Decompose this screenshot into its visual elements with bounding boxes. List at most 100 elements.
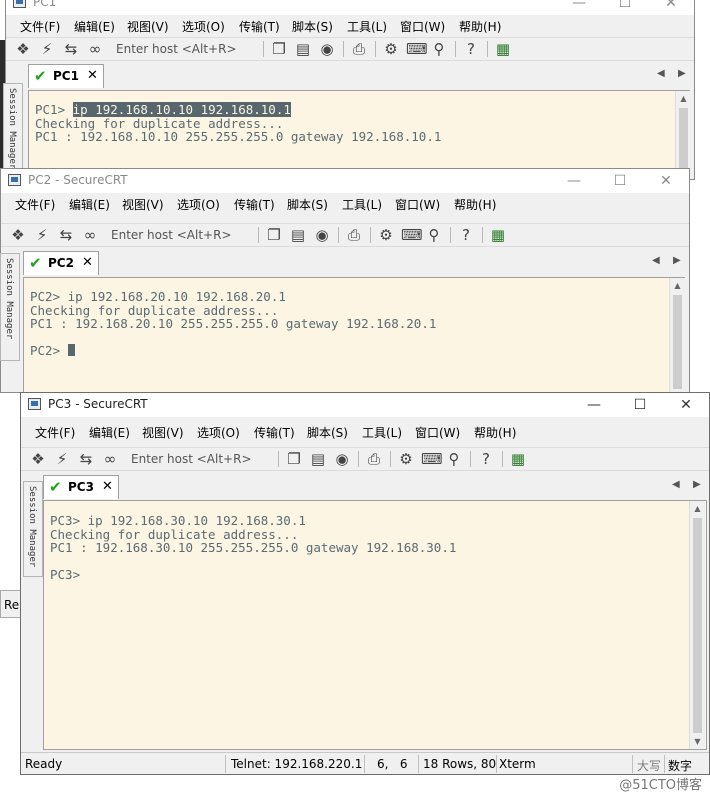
pc1-terminal[interactable]: PC1> ip 192.168.10.10 192.168.10.1 Check… — [28, 90, 690, 175]
session-manager-panel[interactable]: Session Manager — [0, 253, 20, 361]
print-icon[interactable]: ⎙ — [365, 450, 383, 468]
menu-view[interactable]: 视图(V) — [122, 196, 164, 213]
keymap-icon[interactable]: ⌨ — [406, 40, 428, 58]
menu-file[interactable]: 文件(F) — [35, 424, 75, 441]
close-icon[interactable]: ✕ — [643, 169, 689, 193]
menu-transfer[interactable]: 传输(T) — [234, 196, 275, 213]
host-input[interactable]: Enter host <Alt+R> — [131, 450, 252, 468]
copy-icon[interactable]: ❐ — [270, 40, 288, 58]
sftp-icon[interactable]: ▦ — [489, 226, 507, 244]
reconnect-icon[interactable]: ⇆ — [77, 450, 95, 468]
find-icon[interactable]: ◉ — [333, 450, 351, 468]
help-icon[interactable]: ? — [477, 450, 495, 468]
tab-pc1[interactable]: ✔ PC1 ✕ — [28, 64, 104, 88]
menu-options[interactable]: 选项(O) — [197, 424, 240, 441]
settings-icon[interactable]: ⚙ — [397, 450, 415, 468]
paste-icon[interactable]: ▤ — [289, 226, 307, 244]
sftp-icon[interactable]: ▦ — [509, 450, 527, 468]
connect-icon[interactable]: ❖ — [9, 226, 27, 244]
tab-scroll-left-icon[interactable]: ◀ — [672, 479, 680, 490]
menu-window[interactable]: 窗口(W) — [415, 424, 460, 441]
menu-edit[interactable]: 编辑(E) — [69, 196, 110, 213]
sftp-icon[interactable]: ▦ — [494, 40, 512, 58]
find-icon[interactable]: ◉ — [313, 226, 331, 244]
help-icon[interactable]: ? — [462, 40, 480, 58]
quick-connect-icon[interactable]: ⚡ — [53, 450, 71, 468]
disconnect-icon[interactable]: ∞ — [81, 226, 99, 244]
menu-options[interactable]: 选项(O) — [182, 18, 225, 35]
pc1-scrollbar[interactable]: ▲ — [675, 91, 691, 175]
menu-script[interactable]: 脚本(S) — [292, 18, 333, 35]
key-icon[interactable]: ⚲ — [425, 226, 443, 244]
key-icon[interactable]: ⚲ — [430, 40, 448, 58]
host-input[interactable]: Enter host <Alt+R> — [111, 226, 232, 244]
menu-window[interactable]: 窗口(W) — [400, 18, 445, 35]
tab-close-icon[interactable]: ✕ — [87, 68, 98, 83]
menu-view[interactable]: 视图(V) — [142, 424, 184, 441]
copy-icon[interactable]: ❐ — [285, 450, 303, 468]
tab-pc2[interactable]: ✔ PC2 ✕ — [23, 251, 99, 275]
menu-help[interactable]: 帮助(H) — [474, 424, 516, 441]
scroll-up-icon[interactable]: ▲ — [670, 281, 685, 290]
menu-help[interactable]: 帮助(H) — [459, 18, 501, 35]
keymap-icon[interactable]: ⌨ — [421, 450, 443, 468]
menu-script[interactable]: 脚本(S) — [307, 424, 348, 441]
quick-connect-icon[interactable]: ⚡ — [33, 226, 51, 244]
reconnect-icon[interactable]: ⇆ — [62, 40, 80, 58]
tab-scroll-left-icon[interactable]: ◀ — [652, 255, 660, 266]
menu-view[interactable]: 视图(V) — [127, 18, 169, 35]
paste-icon[interactable]: ▤ — [294, 40, 312, 58]
disconnect-icon[interactable]: ∞ — [86, 40, 104, 58]
key-icon[interactable]: ⚲ — [445, 450, 463, 468]
pc2-terminal[interactable]: PC2> ip 192.168.20.10 192.168.20.1 Check… — [23, 277, 685, 394]
quick-connect-icon[interactable]: ⚡ — [38, 40, 56, 58]
connect-icon[interactable]: ❖ — [29, 450, 47, 468]
copy-icon[interactable]: ❐ — [265, 226, 283, 244]
maximize-icon[interactable]: ☐ — [617, 393, 663, 417]
disconnect-icon[interactable]: ∞ — [101, 450, 119, 468]
settings-icon[interactable]: ⚙ — [382, 40, 400, 58]
scroll-down-icon[interactable]: ▼ — [690, 737, 705, 746]
close-icon[interactable]: ✕ — [663, 393, 709, 417]
session-manager-panel[interactable]: Session Manager — [23, 481, 43, 577]
scroll-up-icon[interactable]: ▲ — [690, 504, 705, 513]
menu-edit[interactable]: 编辑(E) — [74, 18, 115, 35]
print-icon[interactable]: ⎙ — [350, 40, 368, 58]
pc3-terminal[interactable]: PC3> ip 192.168.30.10 192.168.30.1 Check… — [43, 500, 707, 750]
menu-file[interactable]: 文件(F) — [20, 18, 60, 35]
menu-tools[interactable]: 工具(L) — [342, 196, 382, 213]
pc3-scrollbar[interactable]: ▲ ▼ — [689, 501, 705, 749]
pc2-scrollbar[interactable]: ▲ — [669, 278, 685, 392]
menu-file[interactable]: 文件(F) — [15, 196, 55, 213]
menu-tools[interactable]: 工具(L) — [362, 424, 402, 441]
host-input[interactable]: Enter host <Alt+R> — [116, 40, 237, 58]
maximize-icon[interactable]: ☐ — [602, 0, 648, 15]
menu-transfer[interactable]: 传输(T) — [239, 18, 280, 35]
tab-scroll-right-icon[interactable]: ▶ — [678, 68, 686, 79]
session-manager-panel[interactable]: Session Manager — [3, 83, 23, 173]
minimize-icon[interactable]: — — [551, 169, 597, 193]
menu-window[interactable]: 窗口(W) — [395, 196, 440, 213]
menu-options[interactable]: 选项(O) — [177, 196, 220, 213]
paste-icon[interactable]: ▤ — [309, 450, 327, 468]
help-icon[interactable]: ? — [457, 226, 475, 244]
maximize-icon[interactable]: ☐ — [597, 169, 643, 193]
scroll-thumb[interactable] — [679, 108, 688, 168]
scroll-up-icon[interactable]: ▲ — [676, 94, 691, 103]
menu-script[interactable]: 脚本(S) — [287, 196, 328, 213]
menu-tools[interactable]: 工具(L) — [347, 18, 387, 35]
tab-close-icon[interactable]: ✕ — [102, 479, 113, 494]
close-icon[interactable]: ✕ — [648, 0, 694, 15]
tab-pc3[interactable]: ✔ PC3 ✕ — [43, 475, 119, 499]
tab-close-icon[interactable]: ✕ — [82, 255, 93, 270]
settings-icon[interactable]: ⚙ — [377, 226, 395, 244]
keymap-icon[interactable]: ⌨ — [401, 226, 423, 244]
menu-transfer[interactable]: 传输(T) — [254, 424, 295, 441]
scroll-thumb[interactable] — [673, 295, 682, 389]
scroll-thumb[interactable] — [693, 518, 702, 733]
menu-help[interactable]: 帮助(H) — [454, 196, 496, 213]
connect-icon[interactable]: ❖ — [14, 40, 32, 58]
minimize-icon[interactable]: — — [571, 393, 617, 417]
minimize-icon[interactable]: — — [556, 0, 602, 15]
tab-scroll-right-icon[interactable]: ▶ — [673, 255, 681, 266]
